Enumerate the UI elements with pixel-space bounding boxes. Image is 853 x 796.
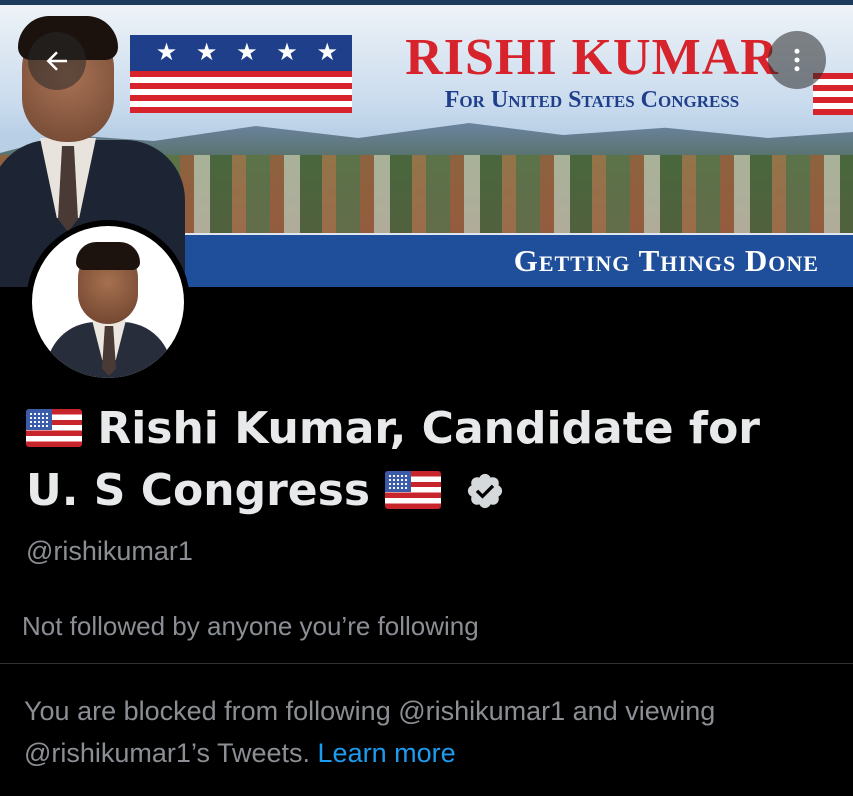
profile-handle: @rishikumar1 bbox=[26, 536, 193, 566]
more-button[interactable] bbox=[768, 31, 826, 89]
section-divider bbox=[0, 663, 853, 664]
avatar-hair bbox=[76, 242, 140, 270]
follow-context-text: Not followed by anyone you’re following bbox=[22, 611, 479, 641]
banner-slogan-bar: Getting Things Done bbox=[178, 233, 853, 287]
more-icon bbox=[794, 48, 800, 72]
profile-display-name: Rishi Kumar, Candidate for U. S Congress bbox=[26, 398, 816, 522]
us-flag-icon bbox=[385, 471, 442, 509]
learn-more-link[interactable]: Learn more bbox=[318, 738, 456, 768]
arrow-left-icon bbox=[46, 51, 67, 71]
display-name-line2: U. S Congress bbox=[26, 465, 371, 516]
back-button[interactable] bbox=[28, 32, 86, 90]
banner-campaign-title: RISHI KUMAR bbox=[405, 29, 779, 86]
profile-avatar[interactable] bbox=[26, 220, 190, 384]
display-name-line1: Rishi Kumar, Candidate for bbox=[97, 403, 760, 454]
avatar-photo bbox=[32, 226, 184, 378]
banner-campaign-subtitle: For United States Congress bbox=[444, 87, 740, 113]
us-flag-icon bbox=[26, 409, 82, 447]
verified-badge-icon[interactable] bbox=[465, 471, 505, 511]
blocked-notice: You are blocked from following @rishikum… bbox=[24, 690, 844, 774]
banner-slogan: Getting Things Done bbox=[513, 243, 819, 278]
